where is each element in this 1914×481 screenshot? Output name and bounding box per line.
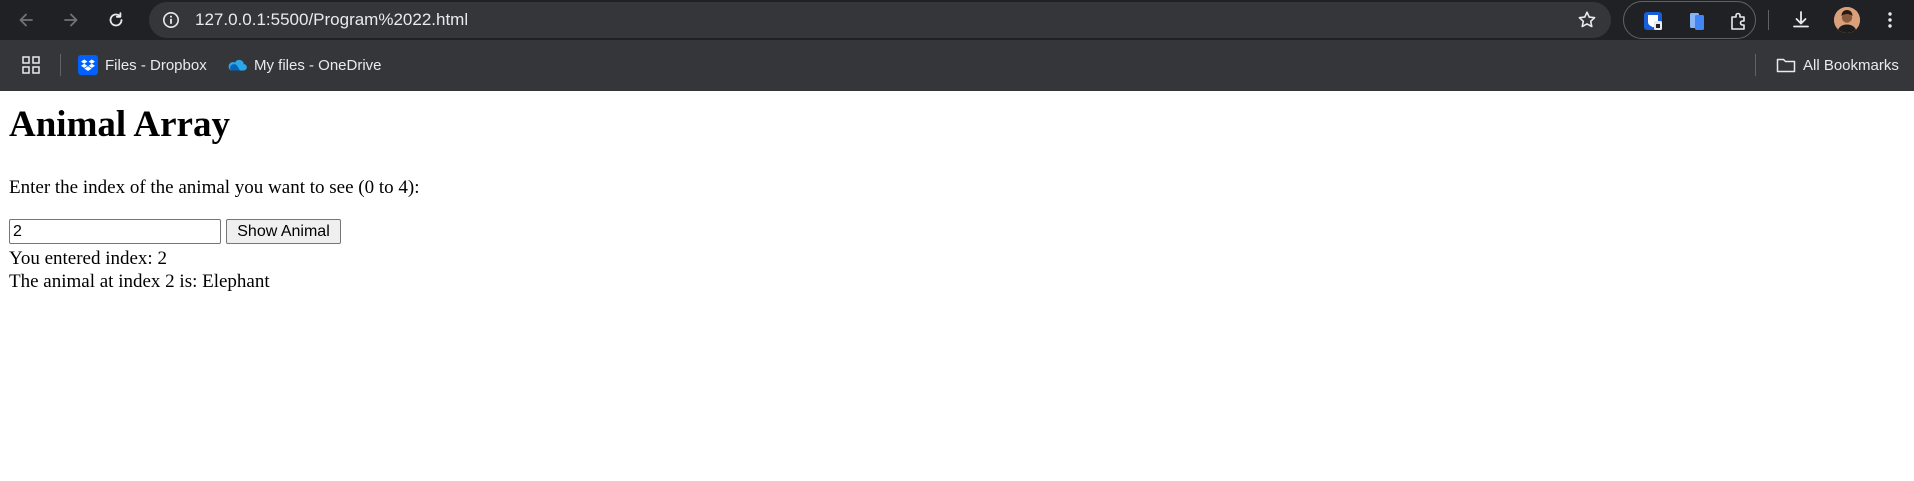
index-prompt: Enter the index of the animal you want t…: [9, 177, 420, 198]
extensions-group: [1623, 1, 1756, 39]
profile-avatar[interactable]: [1834, 7, 1860, 33]
browser-menu-icon[interactable]: [1876, 6, 1904, 34]
animal-index-input[interactable]: [9, 219, 221, 244]
back-button[interactable]: [11, 5, 41, 35]
apps-grid-button[interactable]: [20, 52, 42, 78]
show-animal-button[interactable]: Show Animal: [226, 219, 341, 244]
bookmark-dropbox-label: Files - Dropbox: [105, 56, 207, 74]
entered-index-text: You entered index: 2: [9, 248, 167, 269]
reload-icon: [109, 12, 123, 27]
all-bookmarks-button[interactable]: All Bookmarks: [1775, 52, 1899, 78]
animal-result-text: The animal at index 2 is: Elephant: [9, 271, 270, 292]
docs-extension-icon[interactable]: [1686, 10, 1708, 32]
site-info-icon[interactable]: [161, 10, 181, 30]
bookmark-onedrive[interactable]: My files - OneDrive: [226, 52, 382, 78]
toolbar-divider: [1768, 10, 1769, 30]
forward-button[interactable]: [56, 5, 86, 35]
bookmarks-divider-right: [1755, 54, 1756, 76]
download-icon[interactable]: [1787, 6, 1815, 34]
back-arrow-icon: [19, 13, 33, 27]
onedrive-icon: [226, 54, 248, 76]
reload-button[interactable]: [101, 5, 131, 35]
all-bookmarks-label: All Bookmarks: [1803, 56, 1899, 74]
forward-arrow-icon: [64, 13, 78, 27]
bookmarks-bar: Files - Dropbox My files - OneDrive All …: [0, 40, 1914, 91]
bookmark-star-icon[interactable]: [1577, 10, 1597, 30]
bookmark-dropbox[interactable]: Files - Dropbox: [77, 52, 207, 78]
folder-icon: [1775, 54, 1797, 76]
dropbox-icon: [77, 54, 99, 76]
address-url[interactable]: 127.0.0.1:5500/Program%2022.html: [195, 2, 468, 38]
extensions-puzzle-icon[interactable]: [1728, 10, 1750, 32]
browser-toolbar: 127.0.0.1:5500/Program%2022.html: [0, 0, 1914, 40]
page-title: Animal Array: [9, 104, 230, 145]
address-bar[interactable]: 127.0.0.1:5500/Program%2022.html: [149, 2, 1611, 38]
page-content: Animal Array Enter the index of the anim…: [0, 91, 1914, 481]
apps-grid-icon: [22, 56, 40, 74]
bitwarden-extension-icon[interactable]: [1642, 10, 1664, 32]
bookmarks-divider: [60, 54, 61, 76]
bookmark-onedrive-label: My files - OneDrive: [254, 56, 382, 74]
